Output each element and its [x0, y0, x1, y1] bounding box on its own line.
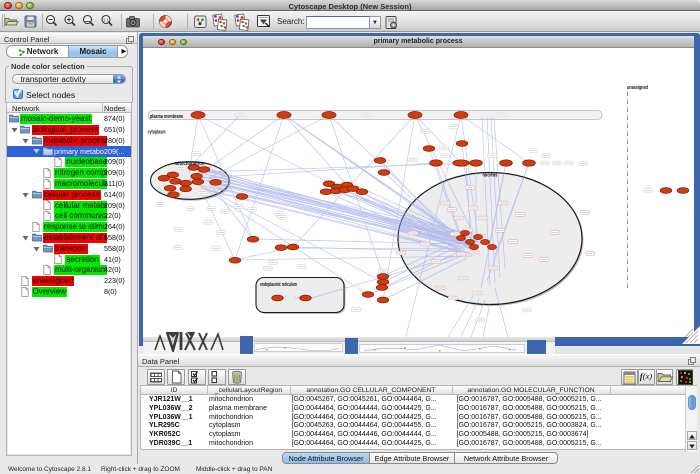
svg-text:unassigned: unassigned — [627, 85, 648, 91]
svg-text:cytoplasm: cytoplasm — [148, 129, 166, 135]
svg-text:mitochondrion: mitochondrion — [175, 160, 205, 166]
svg-text:nucleus: nucleus — [483, 172, 498, 178]
svg-text:plasma membrane: plasma membrane — [150, 113, 183, 119]
svg-text:1:1: 1:1 — [103, 17, 109, 22]
svg-text:endoplasmic reticulum: endoplasmic reticulum — [260, 282, 297, 288]
